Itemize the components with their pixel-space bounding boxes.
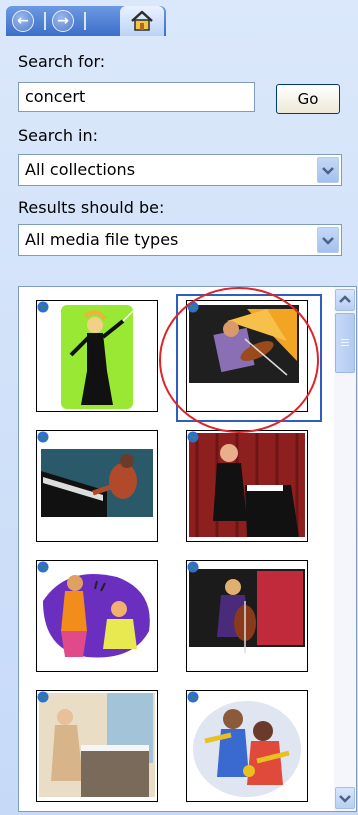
clip-art-thumbnail[interactable] (36, 560, 158, 672)
go-button[interactable]: Go (276, 84, 340, 114)
home-button[interactable] (120, 6, 164, 36)
jazz-trumpets-clipart (193, 701, 301, 797)
conductor-clipart (61, 305, 134, 409)
singers-clipart (43, 574, 150, 658)
scroll-down-button[interactable] (335, 787, 355, 809)
search-in-label: Search in: (18, 126, 99, 145)
back-arrow-icon[interactable]: ← (12, 10, 34, 32)
pianist-grand-clipart (189, 433, 305, 537)
globe-icon (37, 431, 49, 443)
globe-icon (187, 561, 199, 573)
globe-icon (187, 691, 199, 703)
media-type-value: All media file types (25, 230, 179, 249)
results-should-be-label: Results should be: (18, 198, 165, 217)
search-input[interactable]: concert (18, 82, 255, 112)
clip-art-thumbnail[interactable] (186, 430, 308, 542)
scroll-thumb[interactable] (335, 313, 355, 373)
clip-art-thumbnail[interactable] (186, 690, 308, 802)
globe-icon (37, 301, 49, 313)
nav-separator (44, 12, 46, 30)
nav-separator (84, 12, 86, 30)
clip-art-thumbnail[interactable] (186, 560, 308, 672)
chevron-down-icon[interactable] (317, 227, 339, 253)
pianist-upright-clipart (39, 693, 155, 797)
selection-highlight (176, 294, 322, 422)
pianist-keyboard-clipart (41, 449, 153, 517)
media-type-dropdown[interactable]: All media file types (18, 224, 342, 256)
search-in-value: All collections (25, 160, 136, 179)
globe-icon (37, 691, 49, 703)
chevron-down-icon[interactable] (317, 157, 339, 183)
clip-art-thumbnail[interactable] (36, 300, 158, 412)
search-in-dropdown[interactable]: All collections (18, 154, 342, 186)
clip-art-task-pane: ← → Search for: concert Go Search in: Al… (0, 0, 358, 815)
clip-art-thumbnail[interactable] (36, 430, 158, 542)
search-for-label: Search for: (18, 52, 106, 71)
forward-arrow-icon[interactable]: → (52, 10, 74, 32)
clip-art-thumbnail[interactable] (36, 690, 158, 802)
scroll-up-button[interactable] (335, 289, 355, 311)
nav-bar: ← → (6, 6, 166, 36)
globe-icon (37, 561, 49, 573)
cellist-clipart (189, 569, 305, 653)
home-icon (131, 10, 153, 31)
globe-icon (187, 431, 199, 443)
results-scrollbar[interactable] (334, 287, 356, 811)
